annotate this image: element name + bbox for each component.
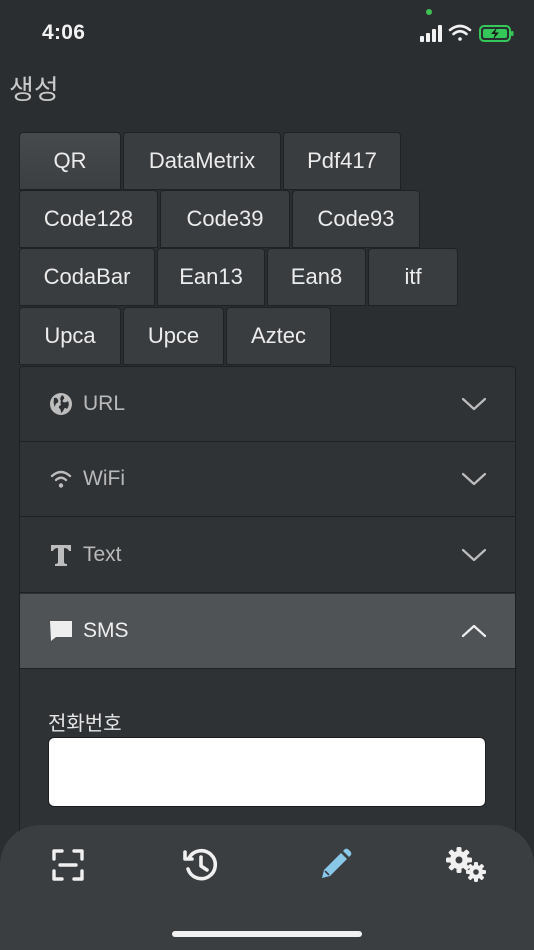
page-title: 생성 xyxy=(9,75,59,106)
phone-number-label: 전화번호 xyxy=(48,711,122,735)
chip-code93[interactable]: Code93 xyxy=(292,190,420,248)
app-screen: 4:06 생성 QR DataMetrix Pdf417 Code128 Cod… xyxy=(0,0,534,950)
status-icons xyxy=(420,24,514,42)
camera-indicator-icon xyxy=(426,9,432,15)
chip-ean13[interactable]: Ean13 xyxy=(157,248,265,306)
message-icon xyxy=(48,618,74,644)
gear-icon xyxy=(446,847,486,882)
chip-aztec[interactable]: Aztec xyxy=(226,307,331,365)
status-bar: 4:06 xyxy=(0,0,534,56)
home-indicator xyxy=(172,931,362,937)
chip-pdf417[interactable]: Pdf417 xyxy=(283,132,401,190)
chevron-down-icon xyxy=(461,548,487,562)
text-icon xyxy=(48,542,74,568)
pencil-icon xyxy=(322,848,352,878)
phone-number-input[interactable] xyxy=(48,737,486,807)
tab-create[interactable] xyxy=(312,842,358,888)
globe-icon xyxy=(48,391,74,417)
wifi-status-icon xyxy=(448,24,472,41)
wifi-icon xyxy=(48,466,74,492)
history-icon xyxy=(183,848,218,881)
status-time: 4:06 xyxy=(42,21,86,44)
section-wifi-header[interactable]: WiFi xyxy=(20,442,515,517)
barcode-type-row-4: Upca Upce Aztec xyxy=(19,307,333,365)
signal-icon xyxy=(420,25,442,42)
section-sms-label: SMS xyxy=(83,619,129,642)
battery-icon xyxy=(479,25,514,42)
chip-codabar[interactable]: CodaBar xyxy=(19,248,155,306)
section-url-label: URL xyxy=(83,392,126,415)
tab-history[interactable] xyxy=(178,842,224,888)
chevron-down-icon xyxy=(461,472,487,486)
chip-upca[interactable]: Upca xyxy=(19,307,121,365)
section-wifi-label: WiFi xyxy=(83,467,125,490)
chevron-up-icon xyxy=(461,624,487,638)
tab-scan[interactable] xyxy=(45,842,91,888)
chip-datametrix[interactable]: DataMetrix xyxy=(123,132,281,190)
chip-qr[interactable]: QR xyxy=(19,132,121,190)
barcode-type-row-1: QR DataMetrix Pdf417 xyxy=(19,132,403,190)
chip-upce[interactable]: Upce xyxy=(123,307,224,365)
barcode-type-row-2: Code128 Code39 Code93 xyxy=(19,190,422,248)
chevron-down-icon xyxy=(461,397,487,411)
chip-code39[interactable]: Code39 xyxy=(160,190,290,248)
chip-code128[interactable]: Code128 xyxy=(19,190,158,248)
section-text-header[interactable]: Text xyxy=(20,518,515,593)
chip-ean8[interactable]: Ean8 xyxy=(267,248,366,306)
chip-itf[interactable]: itf xyxy=(368,248,458,306)
section-url-header[interactable]: URL xyxy=(20,367,515,442)
scan-icon xyxy=(52,849,84,881)
content-type-accordion: URL WiFi Text SMS 전화번호 xyxy=(19,366,516,836)
tab-settings[interactable] xyxy=(444,842,490,888)
barcode-type-row-3: CodaBar Ean13 Ean8 itf xyxy=(19,248,460,306)
section-text-label: Text xyxy=(83,543,122,566)
section-sms-header[interactable]: SMS xyxy=(20,594,515,669)
